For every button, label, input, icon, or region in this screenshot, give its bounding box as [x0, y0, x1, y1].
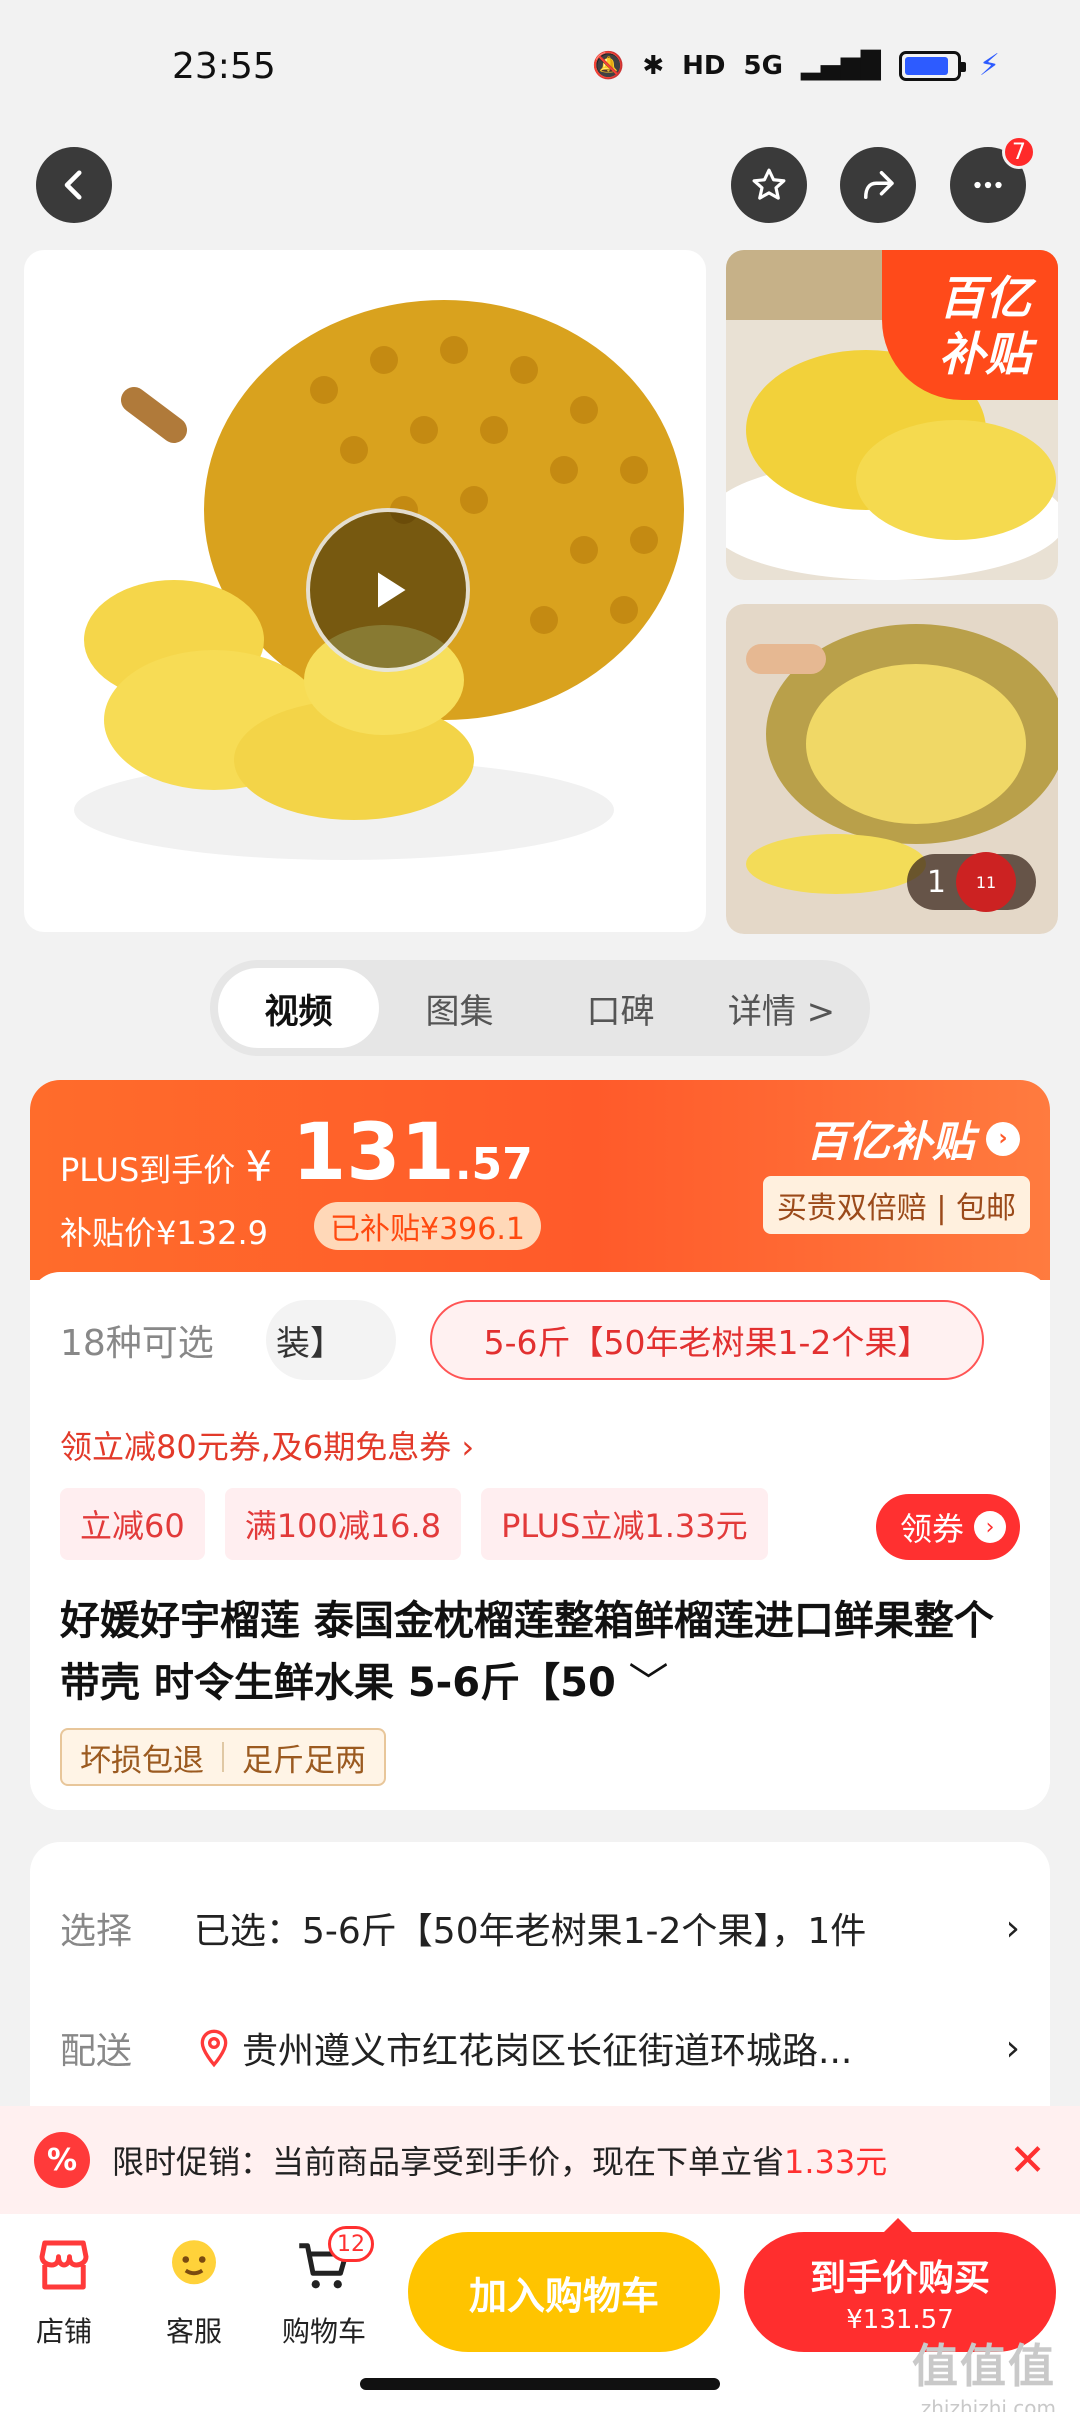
tab-details[interactable]: 详情 > — [701, 968, 862, 1048]
location-pin-icon — [200, 2029, 228, 2068]
watermark: 值值值 zhizhizhi.com — [912, 2339, 1056, 2412]
customer-service-button[interactable]: 客服 — [134, 2232, 254, 2350]
image-counter: 1 11 — [906, 852, 1036, 912]
chevron-right-icon: › — [974, 1511, 1006, 1543]
promo-tag: 满100减16.8 — [224, 1488, 462, 1560]
shop-button[interactable]: 店铺 — [4, 2232, 124, 2350]
selection-card: 选择 已选：5-6斤【50年老树果1-2个果】，1件 › 配送 贵州遵义市红花岗… — [30, 1842, 1050, 2142]
product-info-card: PLUS到手价 ¥ 131.57 补贴价¥132.9 已补贴¥396.1 百亿补… — [30, 1080, 1050, 1810]
chevron-down-icon[interactable]: ﹀ — [616, 1660, 668, 1706]
share-button[interactable] — [840, 147, 916, 223]
chevron-right-icon: › — [986, 1121, 1020, 1156]
bluetooth-icon: ✱ — [642, 50, 665, 81]
favorite-button[interactable] — [731, 147, 807, 223]
promo-tags: 立减60 满100减16.8 PLUS立减1.33元 — [60, 1488, 768, 1560]
service-tag: 坏损包退 — [80, 1742, 204, 1779]
guarantee-badge: 买贵双倍赔 | 包邮 — [762, 1176, 1030, 1234]
media-tabs: 视频 图集 口碑 详情 > — [210, 960, 870, 1056]
select-label: 选择 — [60, 1911, 133, 1952]
close-icon[interactable]: ✕ — [1009, 2135, 1046, 2186]
product-gallery: 百亿 补贴 1 11 — [0, 250, 1080, 940]
promo-tag: PLUS立减1.33元 — [481, 1488, 768, 1560]
star-icon — [752, 168, 786, 200]
product-detail-sheet: 18种可选 装】 5-6斤【50年老树果1-2个果】 领立减80元券,及6期免息… — [30, 1272, 1050, 1810]
signal-bars-icon: ▂▄▆█ — [800, 50, 881, 81]
option-pill-selected[interactable]: 5-6斤【50年老树果1-2个果】 — [430, 1300, 984, 1380]
price-banner: PLUS到手价 ¥ 131.57 补贴价¥132.9 已补贴¥396.1 百亿补… — [30, 1080, 1050, 1280]
product-main-image[interactable] — [24, 250, 706, 932]
delivery-address: 贵州遵义市红花岗区长征街道环城路... — [242, 2031, 853, 2072]
mute-icon: 🔕 — [591, 50, 625, 81]
back-button[interactable] — [36, 147, 112, 223]
tab-gallery[interactable]: 图集 — [379, 968, 540, 1048]
chevron-left-icon — [64, 170, 82, 200]
subsidy-brand-link[interactable]: 百亿补贴 › — [806, 1108, 1020, 1169]
signal-icon: 5G — [743, 50, 783, 81]
cart-button[interactable]: 12 购物车 — [264, 2226, 384, 2350]
status-time: 23:55 — [172, 46, 276, 87]
select-value: 已选：5-6斤【50年老树果1-2个果】，1件 — [194, 1911, 867, 1952]
service-tags: 坏损包退 足斤足两 — [60, 1728, 386, 1786]
product-title[interactable]: 好媛好宇榴莲 泰国金枕榴莲整箱鲜榴莲进口鲜果整个带壳 时令生鲜水果 5-6斤【5… — [60, 1590, 1020, 1714]
message-count-badge: 7 — [1002, 135, 1036, 169]
tab-video[interactable]: 视频 — [218, 968, 379, 1048]
limited-promo-banner: % 限时促销：当前商品享受到手价，现在下单立省1.33元 ✕ — [0, 2106, 1080, 2214]
subsidized-amount-chip: 已补贴¥396.1 — [314, 1202, 541, 1250]
promo-tag: 立减60 — [60, 1488, 205, 1560]
chevron-right-icon: › — [1005, 2027, 1020, 2069]
home-indicator[interactable] — [360, 2378, 720, 2390]
promo-text: 限时促销：当前商品享受到手价，现在下单立省1.33元 — [112, 2143, 888, 2181]
tab-reviews[interactable]: 口碑 — [540, 968, 701, 1048]
hd-icon: HD — [682, 50, 726, 81]
subsidy-corner-badge: 百亿 补贴 — [882, 250, 1058, 400]
option-pill[interactable]: 装】 — [266, 1300, 396, 1380]
add-to-cart-button[interactable]: 加入购物车 — [408, 2232, 720, 2352]
cart-count-badge: 12 — [328, 2226, 374, 2262]
delivery-label: 配送 — [60, 2031, 133, 2072]
more-dots-icon — [974, 181, 1002, 189]
shop-icon — [39, 2240, 89, 2290]
delivery-row[interactable]: 配送 贵州遵义市红花岗区长征街道环城路... › — [60, 2022, 1020, 2074]
selected-review-badge: 11 — [956, 852, 1016, 912]
coupon-offer-link[interactable]: 领立减80元券,及6期免息券 › — [60, 1422, 474, 1468]
option-count: 18种可选 — [60, 1323, 214, 1364]
battery-icon — [898, 50, 966, 81]
chevron-right-icon: › — [1005, 1907, 1020, 1949]
charging-icon: ⚡ — [978, 48, 1000, 83]
status-bar: 23:55 🔕 ✱ HD 5G ▂▄▆█ ⚡ — [0, 0, 1080, 130]
play-icon — [378, 572, 406, 608]
gallery-thumbnail-2[interactable]: 1 11 — [726, 604, 1058, 934]
select-spec-row[interactable]: 选择 已选：5-6斤【50年老树果1-2个果】，1件 › — [60, 1902, 1020, 1954]
get-coupon-button[interactable]: 领券 › — [875, 1494, 1020, 1560]
percent-icon: % — [34, 2132, 90, 2188]
final-price: 131.57 — [292, 1108, 533, 1198]
gallery-thumbnail-1[interactable]: 百亿 补贴 — [726, 250, 1058, 580]
service-tag: 足斤足两 — [242, 1742, 366, 1779]
play-video-button[interactable] — [306, 508, 470, 672]
more-button[interactable]: 7 — [950, 135, 1036, 223]
status-icons: 🔕 ✱ HD 5G ▂▄▆█ ⚡ — [592, 48, 1000, 83]
share-icon — [864, 171, 894, 199]
customer-service-icon — [172, 2240, 216, 2285]
subsidy-price: 补贴价¥132.9 — [60, 1214, 268, 1252]
plus-price-label: PLUS到手价 ¥ — [60, 1142, 273, 1191]
